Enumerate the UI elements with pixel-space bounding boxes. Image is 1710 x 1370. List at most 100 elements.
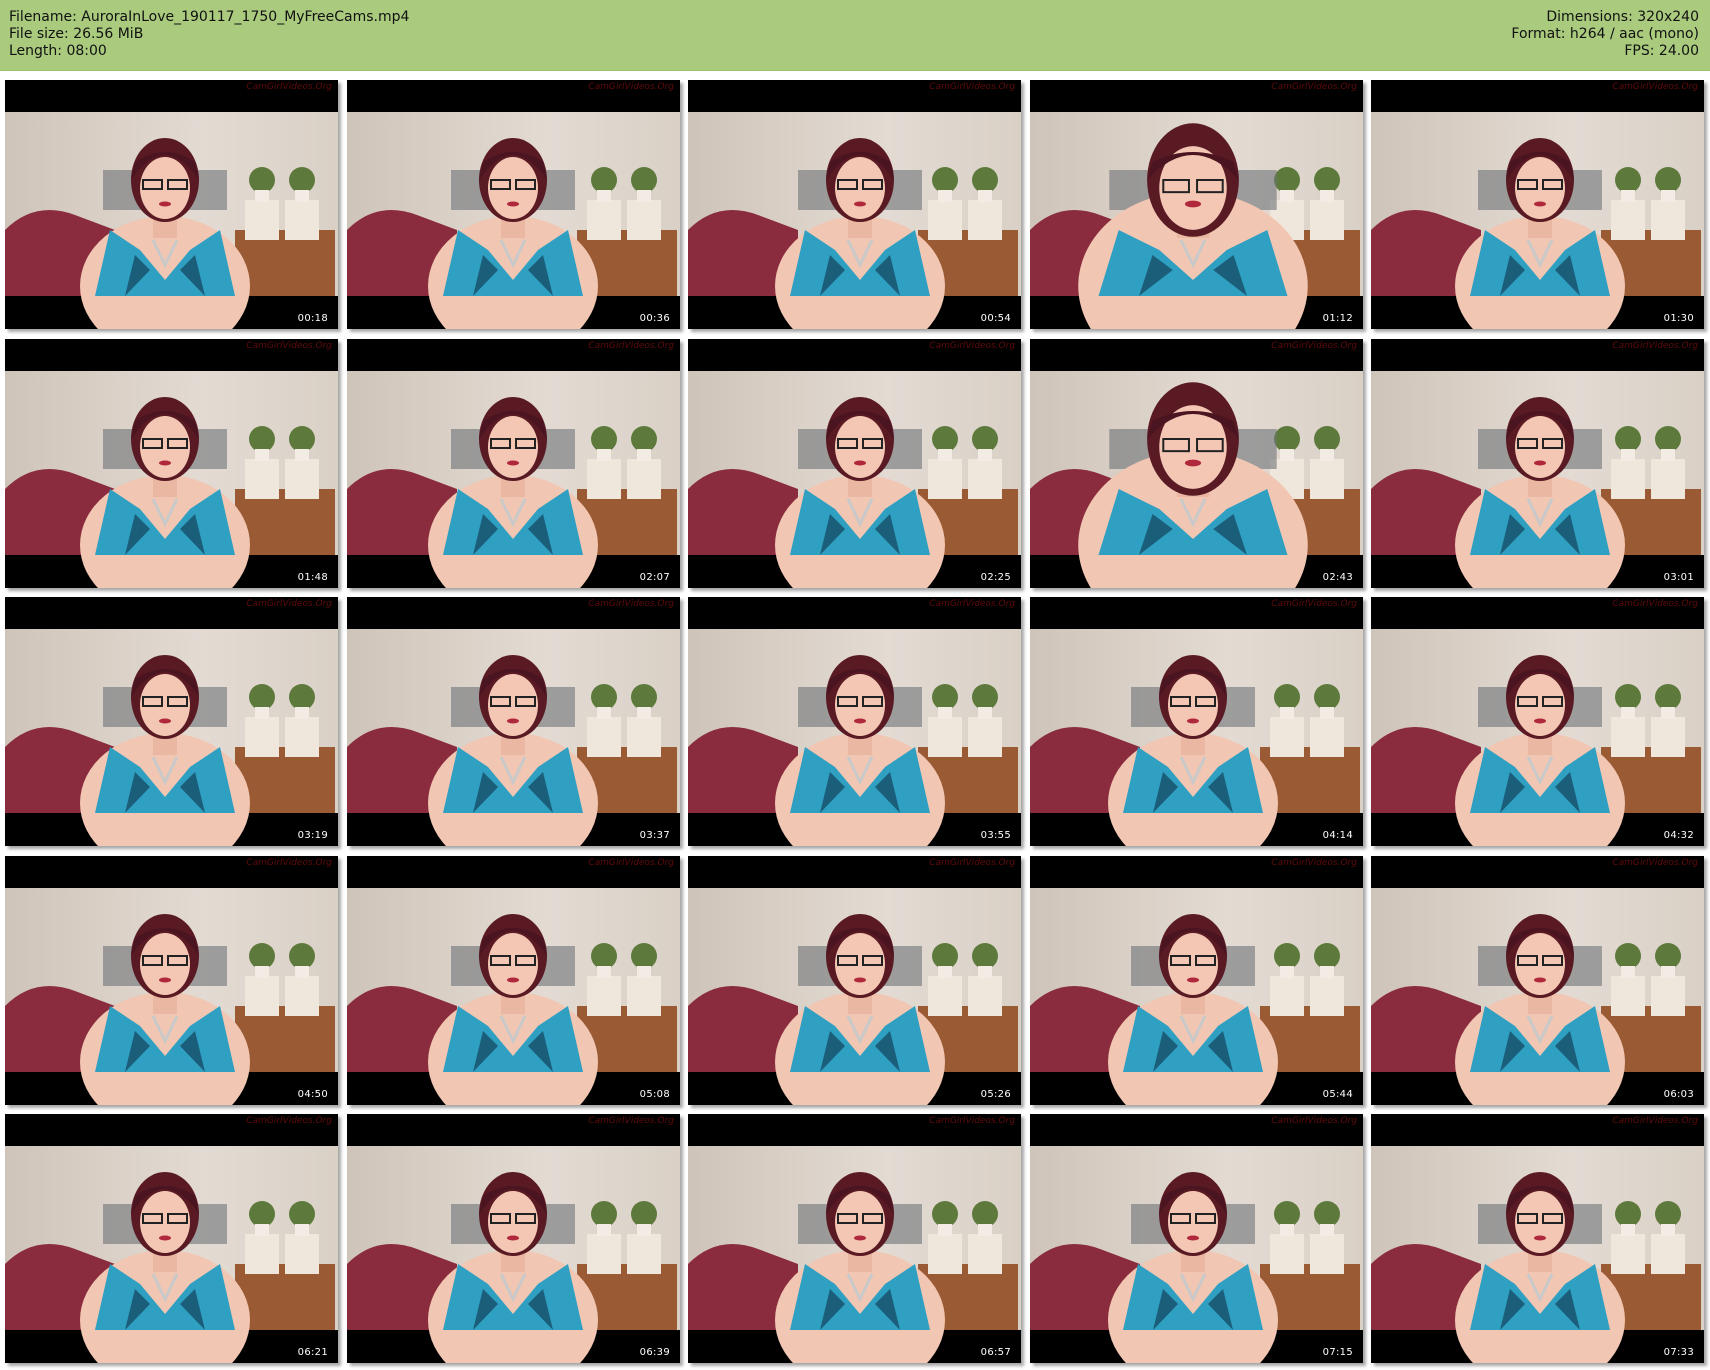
watermark-label: CamGirlVideos.Org	[588, 1116, 674, 1126]
frame-image	[688, 597, 1021, 846]
frame-image	[5, 80, 338, 329]
timestamp-label: 03:01	[1663, 572, 1694, 583]
file-info-left: Filename: AuroraInLove_190117_1750_MyFre…	[9, 9, 409, 60]
video-thumbnail[interactable]: CamGirlVideos.Org 02:43	[1030, 339, 1363, 588]
timestamp-label: 06:03	[1663, 1089, 1694, 1100]
frame-image	[5, 1114, 338, 1363]
file-info-right: Dimensions: 320x240 Format: h264 / aac (…	[1511, 9, 1699, 60]
watermark-label: CamGirlVideos.Org	[246, 82, 332, 92]
frame-image	[347, 80, 680, 329]
video-thumbnail[interactable]: CamGirlVideos.Org 00:54	[688, 80, 1021, 329]
watermark-label: CamGirlVideos.Org	[1271, 82, 1357, 92]
watermark-label: CamGirlVideos.Org	[588, 599, 674, 609]
frame-image	[1371, 1114, 1704, 1363]
timestamp-label: 02:07	[639, 572, 670, 583]
frame-image	[1371, 856, 1704, 1105]
video-thumbnail[interactable]: CamGirlVideos.Org 03:01	[1371, 339, 1704, 588]
video-thumbnail[interactable]: CamGirlVideos.Org 02:25	[688, 339, 1021, 588]
video-thumbnail[interactable]: CamGirlVideos.Org 07:33	[1371, 1114, 1704, 1363]
frame-image	[347, 339, 680, 588]
frame-image	[1371, 597, 1704, 846]
fps-label: FPS: 24.00	[1624, 43, 1699, 59]
video-thumbnail[interactable]: CamGirlVideos.Org 01:30	[1371, 80, 1704, 329]
watermark-label: CamGirlVideos.Org	[1271, 858, 1357, 868]
frame-image	[688, 1114, 1021, 1363]
watermark-label: CamGirlVideos.Org	[246, 599, 332, 609]
video-thumbnail[interactable]: CamGirlVideos.Org 05:08	[347, 856, 680, 1105]
format-label: Format: h264 / aac (mono)	[1511, 26, 1699, 42]
info-header: Filename: AuroraInLove_190117_1750_MyFre…	[0, 0, 1710, 71]
frame-image	[688, 339, 1021, 588]
watermark-label: CamGirlVideos.Org	[1612, 82, 1698, 92]
frame-image	[1030, 80, 1363, 329]
watermark-label: CamGirlVideos.Org	[929, 858, 1015, 868]
video-thumbnail[interactable]: CamGirlVideos.Org 04:32	[1371, 597, 1704, 846]
timestamp-label: 03:55	[980, 830, 1011, 841]
timestamp-label: 01:12	[1322, 313, 1353, 324]
watermark-label: CamGirlVideos.Org	[1612, 1116, 1698, 1126]
video-thumbnail[interactable]: CamGirlVideos.Org 07:15	[1030, 1114, 1363, 1363]
filename-label: Filename: AuroraInLove_190117_1750_MyFre…	[9, 9, 410, 25]
timestamp-label: 05:08	[639, 1089, 670, 1100]
video-thumbnail[interactable]: CamGirlVideos.Org 05:44	[1030, 856, 1363, 1105]
timestamp-label: 00:54	[980, 313, 1011, 324]
frame-image	[347, 856, 680, 1105]
watermark-label: CamGirlVideos.Org	[588, 858, 674, 868]
video-thumbnail[interactable]: CamGirlVideos.Org 06:03	[1371, 856, 1704, 1105]
frame-image	[5, 597, 338, 846]
watermark-label: CamGirlVideos.Org	[246, 1116, 332, 1126]
video-thumbnail[interactable]: CamGirlVideos.Org 00:36	[347, 80, 680, 329]
timestamp-label: 05:44	[1322, 1089, 1353, 1100]
watermark-label: CamGirlVideos.Org	[1612, 599, 1698, 609]
watermark-label: CamGirlVideos.Org	[929, 599, 1015, 609]
dimensions-label: Dimensions: 320x240	[1546, 9, 1699, 25]
frame-image	[5, 856, 338, 1105]
timestamp-label: 02:25	[980, 572, 1011, 583]
video-thumbnail[interactable]: CamGirlVideos.Org 06:21	[5, 1114, 338, 1363]
watermark-label: CamGirlVideos.Org	[588, 82, 674, 92]
video-thumbnail[interactable]: CamGirlVideos.Org 04:14	[1030, 597, 1363, 846]
frame-image	[347, 597, 680, 846]
frame-image	[1030, 597, 1363, 846]
video-thumbnail[interactable]: CamGirlVideos.Org 03:19	[5, 597, 338, 846]
video-thumbnail[interactable]: CamGirlVideos.Org 01:48	[5, 339, 338, 588]
frame-image	[1030, 1114, 1363, 1363]
timestamp-label: 03:37	[639, 830, 670, 841]
video-thumbnail[interactable]: CamGirlVideos.Org 06:39	[347, 1114, 680, 1363]
video-thumbnail[interactable]: CamGirlVideos.Org 03:37	[347, 597, 680, 846]
timestamp-label: 04:50	[297, 1089, 328, 1100]
video-thumbnail[interactable]: CamGirlVideos.Org 00:18	[5, 80, 338, 329]
timestamp-label: 03:19	[297, 830, 328, 841]
watermark-label: CamGirlVideos.Org	[1271, 1116, 1357, 1126]
frame-image	[1371, 80, 1704, 329]
timestamp-label: 06:21	[297, 1347, 328, 1358]
filesize-label: File size: 26.56 MiB	[9, 26, 144, 42]
timestamp-label: 01:30	[1663, 313, 1694, 324]
video-thumbnail[interactable]: CamGirlVideos.Org 05:26	[688, 856, 1021, 1105]
frame-image	[347, 1114, 680, 1363]
timestamp-label: 07:15	[1322, 1347, 1353, 1358]
watermark-label: CamGirlVideos.Org	[1612, 858, 1698, 868]
timestamp-label: 07:33	[1663, 1347, 1694, 1358]
timestamp-label: 04:14	[1322, 830, 1353, 841]
video-thumbnail[interactable]: CamGirlVideos.Org 03:55	[688, 597, 1021, 846]
timestamp-label: 04:32	[1663, 830, 1694, 841]
watermark-label: CamGirlVideos.Org	[1271, 341, 1357, 351]
timestamp-label: 06:57	[980, 1347, 1011, 1358]
video-thumbnail[interactable]: CamGirlVideos.Org 06:57	[688, 1114, 1021, 1363]
video-thumbnail[interactable]: CamGirlVideos.Org 04:50	[5, 856, 338, 1105]
timestamp-label: 00:36	[639, 313, 670, 324]
video-thumbnail[interactable]: CamGirlVideos.Org 01:12	[1030, 80, 1363, 329]
watermark-label: CamGirlVideos.Org	[929, 341, 1015, 351]
timestamp-label: 06:39	[639, 1347, 670, 1358]
timestamp-label: 00:18	[297, 313, 328, 324]
watermark-label: CamGirlVideos.Org	[929, 82, 1015, 92]
watermark-label: CamGirlVideos.Org	[246, 858, 332, 868]
watermark-label: CamGirlVideos.Org	[246, 341, 332, 351]
frame-image	[1030, 856, 1363, 1105]
timestamp-label: 01:48	[297, 572, 328, 583]
watermark-label: CamGirlVideos.Org	[929, 1116, 1015, 1126]
thumbnail-grid: CamGirlVideos.Org 00:18 CamGirlVideos.Or…	[5, 80, 1707, 1364]
length-label: Length: 08:00	[9, 43, 107, 59]
video-thumbnail[interactable]: CamGirlVideos.Org 02:07	[347, 339, 680, 588]
